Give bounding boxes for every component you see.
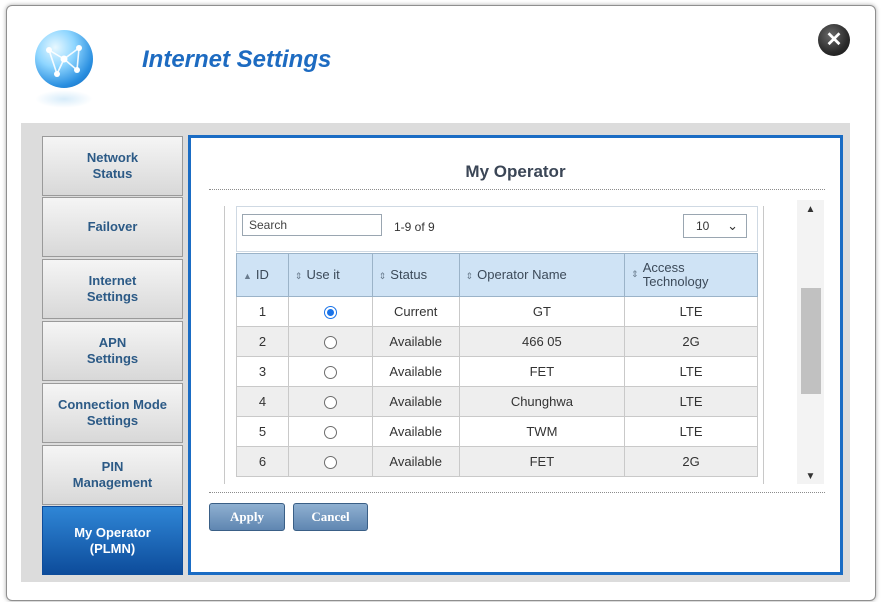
cell-id: 5 bbox=[236, 416, 289, 447]
sort-icon: ⇕ bbox=[378, 271, 387, 282]
cell-status: Current bbox=[371, 296, 460, 327]
scroll-down-icon[interactable]: ▼ bbox=[797, 471, 824, 482]
scrollbar-thumb[interactable] bbox=[801, 288, 821, 394]
sidebar-item-pin-management[interactable]: PIN Management bbox=[42, 445, 183, 505]
cell-use-it bbox=[287, 386, 373, 417]
column-header-use-it[interactable]: ⇕ Use it bbox=[287, 253, 373, 297]
vertical-scrollbar[interactable]: ▲ ▼ bbox=[797, 200, 824, 484]
cell-operator: FET bbox=[458, 356, 626, 387]
radio-button[interactable] bbox=[323, 396, 337, 410]
cell-operator: GT bbox=[458, 296, 626, 327]
cell-status: Available bbox=[371, 326, 460, 357]
sidebar-item-label: APN Settings bbox=[86, 335, 139, 366]
cell-id: 6 bbox=[236, 446, 289, 477]
cell-status: Available bbox=[371, 446, 460, 477]
sort-icon: ⇕ bbox=[294, 271, 303, 282]
table-row[interactable]: 5 Available TWM LTE bbox=[236, 416, 758, 447]
cell-tech: LTE bbox=[624, 296, 758, 327]
operator-table: ▲ ID ⇕ Use it ⇕ Status ⇕ Operator Name ⇕ Acce… bbox=[236, 253, 758, 477]
table-row[interactable]: 3 Available FET LTE bbox=[236, 356, 758, 387]
sort-icon: ⇕ bbox=[631, 269, 639, 280]
result-count: 1-9 of 9 bbox=[394, 220, 435, 234]
cell-operator: 466 05 bbox=[458, 326, 626, 357]
cell-tech: 2G bbox=[624, 446, 758, 477]
chevron-down-icon: ⌄ bbox=[727, 218, 738, 233]
cell-tech: LTE bbox=[624, 386, 758, 417]
cell-use-it bbox=[287, 446, 373, 477]
main-panel: My Operator Search 1-9 of 9 10 ⌄ ▲ ID ⇕ Us… bbox=[188, 135, 843, 575]
sidebar-item-my-operator[interactable]: My Operator (PLMN) bbox=[42, 506, 183, 575]
panel-title: My Operator bbox=[465, 162, 566, 181]
divider bbox=[209, 492, 825, 493]
scroll-up-icon[interactable]: ▲ bbox=[797, 204, 824, 215]
radio-button[interactable] bbox=[323, 426, 337, 440]
sidebar-item-label: Connection Mode Settings bbox=[57, 397, 168, 428]
cell-status: Available bbox=[371, 356, 460, 387]
radio-button[interactable] bbox=[323, 306, 337, 320]
cancel-button[interactable]: Cancel bbox=[293, 503, 368, 531]
table-row[interactable]: 2 Available 466 05 2G bbox=[236, 326, 758, 357]
sidebar-item-connection-mode[interactable]: Connection Mode Settings bbox=[42, 383, 183, 443]
cell-status: Available bbox=[371, 416, 460, 447]
page-title: Internet Settings bbox=[142, 46, 332, 73]
sidebar-item-label: Failover bbox=[87, 219, 138, 235]
page-size-value: 10 bbox=[696, 219, 710, 233]
globe-icon bbox=[35, 30, 93, 88]
cell-tech: LTE bbox=[624, 356, 758, 387]
cell-use-it bbox=[287, 356, 373, 387]
cell-operator: Chunghwa bbox=[458, 386, 626, 417]
cell-operator: FET bbox=[458, 446, 626, 477]
table-toolbar: Search 1-9 of 9 10 ⌄ bbox=[236, 206, 758, 252]
cell-status: Available bbox=[371, 386, 460, 417]
column-header-access-technology[interactable]: ⇕ Access Technology bbox=[624, 253, 758, 297]
cell-id: 2 bbox=[236, 326, 289, 357]
sidebar-item-label: Internet Settings bbox=[86, 273, 139, 304]
cell-operator: TWM bbox=[458, 416, 626, 447]
radio-button[interactable] bbox=[323, 336, 337, 350]
table-row[interactable]: 4 Available Chunghwa LTE bbox=[236, 386, 758, 417]
sidebar-item-apn-settings[interactable]: APN Settings bbox=[42, 321, 183, 381]
sidebar-item-internet-settings[interactable]: Internet Settings bbox=[42, 259, 183, 319]
globe-reflection bbox=[35, 90, 93, 108]
sort-icon: ⇕ bbox=[465, 271, 474, 282]
close-button[interactable]: ✕ bbox=[818, 24, 850, 56]
table-row[interactable]: 1 Current GT LTE bbox=[236, 296, 758, 327]
column-header-operator-name[interactable]: ⇕ Operator Name bbox=[458, 253, 626, 297]
table-row[interactable]: 6 Available FET 2G bbox=[236, 446, 758, 477]
sidebar-item-network-status[interactable]: Network Status bbox=[42, 136, 183, 196]
sidebar-item-label: PIN Management bbox=[72, 459, 153, 490]
page-size-select[interactable]: 10 ⌄ bbox=[683, 214, 747, 238]
sort-asc-icon: ▲ bbox=[243, 271, 252, 282]
operator-list: Search 1-9 of 9 10 ⌄ ▲ ID ⇕ Use it ⇕ Status… bbox=[224, 206, 764, 484]
cell-use-it bbox=[287, 416, 373, 447]
cell-id: 4 bbox=[236, 386, 289, 417]
radio-button[interactable] bbox=[323, 366, 337, 380]
cell-tech: 2G bbox=[624, 326, 758, 357]
cell-id: 1 bbox=[236, 296, 289, 327]
sidebar-item-label: Network Status bbox=[86, 150, 139, 181]
apply-button[interactable]: Apply bbox=[209, 503, 285, 531]
cell-use-it bbox=[287, 326, 373, 357]
cell-tech: LTE bbox=[624, 416, 758, 447]
sidebar-item-failover[interactable]: Failover bbox=[42, 197, 183, 257]
divider bbox=[209, 189, 825, 190]
radio-button[interactable] bbox=[323, 456, 337, 470]
cell-id: 3 bbox=[236, 356, 289, 387]
cell-use-it bbox=[287, 296, 373, 327]
sidebar-item-label: My Operator (PLMN) bbox=[74, 524, 151, 556]
column-header-id[interactable]: ▲ ID bbox=[236, 253, 289, 297]
column-header-status[interactable]: ⇕ Status bbox=[371, 253, 460, 297]
search-input[interactable]: Search bbox=[242, 214, 382, 236]
